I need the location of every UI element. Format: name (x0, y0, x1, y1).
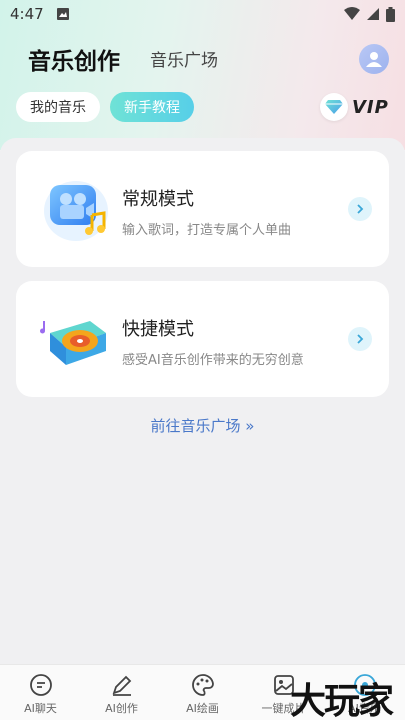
go-to-music-square-link[interactable]: 前往音乐广场 » (0, 415, 405, 436)
vip-label: VIP (352, 96, 389, 118)
tab-ai-paint[interactable]: AI绘画 (162, 665, 243, 720)
card-description: 输入歌词，打造专属个人单曲 (122, 223, 292, 238)
tab-music-square[interactable]: 音乐广场 (150, 46, 218, 71)
chevron-right-icon[interactable] (348, 327, 372, 351)
vip-badge (320, 93, 348, 121)
watermark-logo: 大玩家 (290, 680, 394, 720)
signal-icon (367, 8, 379, 20)
tab-ai-create[interactable]: AI创作 (81, 665, 162, 720)
card-description: 感受AI音乐创作带来的无穷创意 (122, 353, 304, 368)
diamond-icon (325, 100, 343, 114)
chat-icon (29, 674, 52, 696)
pen-icon (112, 675, 131, 696)
card-title: 常规模式 (122, 189, 194, 210)
status-bar: 4:47 (0, 0, 405, 28)
header: 音乐创作 音乐广场 (0, 38, 405, 78)
palette-icon (191, 674, 214, 696)
card-quick-mode[interactable]: 快捷模式 感受AI音乐创作带来的无穷创意 (16, 281, 389, 397)
pill-row: 我的音乐 新手教程 (16, 92, 194, 122)
chevron-right-icon[interactable] (348, 197, 372, 221)
my-music-button[interactable]: 我的音乐 (16, 92, 100, 122)
image-notification-icon (56, 8, 69, 20)
avatar[interactable] (359, 44, 389, 74)
video-music-icon (44, 181, 108, 241)
status-time: 4:47 (10, 5, 44, 23)
page-title: 音乐创作 (28, 49, 120, 75)
card-title: 快捷模式 (122, 319, 194, 340)
user-icon (366, 52, 382, 67)
battery-icon (386, 6, 395, 22)
tab-ai-chat[interactable]: AI聊天 (0, 665, 81, 720)
wifi-icon (344, 7, 360, 20)
tab-label: AI绘画 (186, 702, 219, 715)
vinyl-box-icon (40, 321, 106, 365)
card-normal-mode[interactable]: 常规模式 输入歌词，打造专属个人单曲 (16, 151, 389, 267)
tab-label: AI创作 (105, 702, 138, 715)
tab-label: AI聊天 (24, 702, 57, 715)
tutorial-button[interactable]: 新手教程 (110, 92, 194, 122)
vip-button[interactable]: VIP (320, 93, 389, 121)
